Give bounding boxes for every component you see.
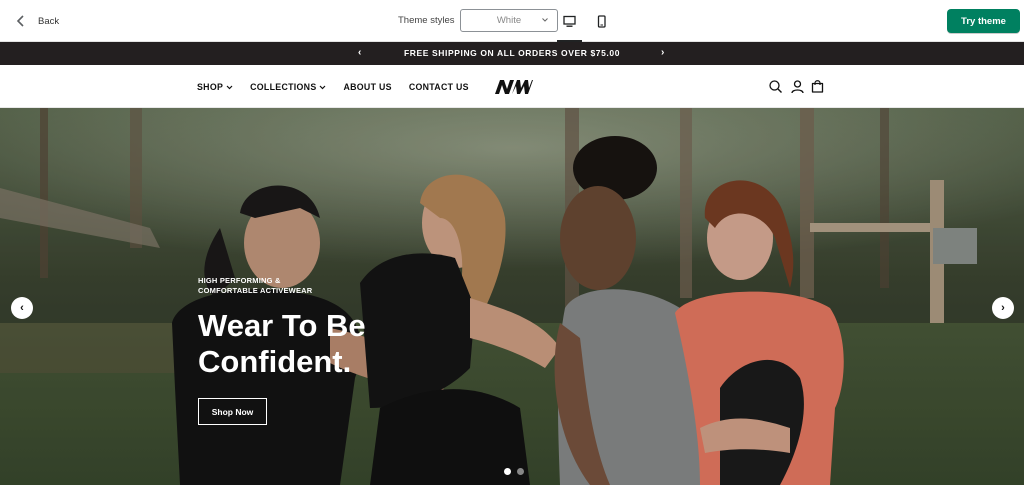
hero-photo	[0, 108, 1024, 485]
hero-slideshow: HIGH PERFORMING & COMFORTABLE ACTIVEWEAR…	[0, 108, 1024, 485]
nav-shop[interactable]: SHOP	[197, 82, 233, 92]
chevron-down-icon	[542, 18, 548, 22]
shop-now-button[interactable]: Shop Now	[198, 398, 267, 425]
hero-headline-line1: Wear To Be	[198, 308, 366, 343]
try-theme-button[interactable]: Try theme	[947, 9, 1020, 33]
chevron-down-icon	[320, 85, 326, 89]
hero-text-block: HIGH PERFORMING & COMFORTABLE ACTIVEWEAR…	[198, 276, 418, 380]
theme-style-value: White	[496, 15, 522, 26]
nav-shop-label: SHOP	[197, 82, 224, 92]
mobile-icon	[597, 14, 606, 28]
back-label: Back	[38, 15, 60, 27]
nav-contact-label: CONTACT US	[408, 82, 469, 92]
nav-about-us[interactable]: ABOUT US	[343, 82, 391, 92]
chevron-right-icon: ›	[1001, 302, 1005, 314]
announcement-next-arrow[interactable]: ›	[661, 47, 664, 58]
theme-styles-label: Theme styles	[398, 15, 455, 26]
hero-headline: Wear To Be Confident.	[198, 308, 418, 380]
hero-subtitle-line2: COMFORTABLE ACTIVEWEAR	[198, 286, 313, 295]
slide-dot-2[interactable]	[517, 468, 524, 475]
account-icon[interactable]	[790, 79, 805, 94]
nav-collections[interactable]: COLLECTIONS	[250, 82, 326, 92]
back-button[interactable]: Back	[14, 10, 59, 32]
nav-collections-label: COLLECTIONS	[250, 82, 317, 92]
slide-next-button[interactable]: ›	[992, 297, 1014, 319]
nav-contact-us[interactable]: CONTACT US	[409, 82, 469, 92]
chevron-left-icon: ‹	[20, 302, 24, 314]
desktop-preview-button[interactable]	[558, 11, 580, 31]
store-header: SHOP COLLECTIONS ABOUT US CONTACT US	[0, 65, 1024, 108]
hero-subtitle-line1: HIGH PERFORMING &	[198, 276, 281, 285]
cart-icon[interactable]	[810, 79, 825, 94]
hero-headline-line2: Confident.	[198, 344, 352, 379]
editor-toolbar: Back Theme styles White Try theme	[0, 0, 1024, 42]
chevron-left-icon	[16, 15, 24, 27]
main-nav: SHOP COLLECTIONS ABOUT US CONTACT US	[197, 82, 469, 92]
slide-dots	[504, 468, 524, 475]
chevron-down-icon	[226, 85, 233, 89]
hero-subtitle: HIGH PERFORMING & COMFORTABLE ACTIVEWEAR	[198, 276, 318, 296]
theme-style-select[interactable]: White	[460, 9, 558, 32]
announcement-message: FREE SHIPPING ON ALL ORDERS OVER $75.00	[403, 48, 621, 58]
brand-logo[interactable]	[493, 78, 533, 96]
nav-about-label: ABOUT US	[343, 82, 392, 92]
slide-dot-1[interactable]	[504, 468, 511, 475]
desktop-icon	[562, 15, 576, 27]
search-icon[interactable]	[768, 79, 783, 94]
slide-prev-button[interactable]: ‹	[11, 297, 33, 319]
mobile-preview-button[interactable]	[590, 11, 612, 31]
announcement-bar: ‹ FREE SHIPPING ON ALL ORDERS OVER $75.0…	[0, 42, 1024, 65]
